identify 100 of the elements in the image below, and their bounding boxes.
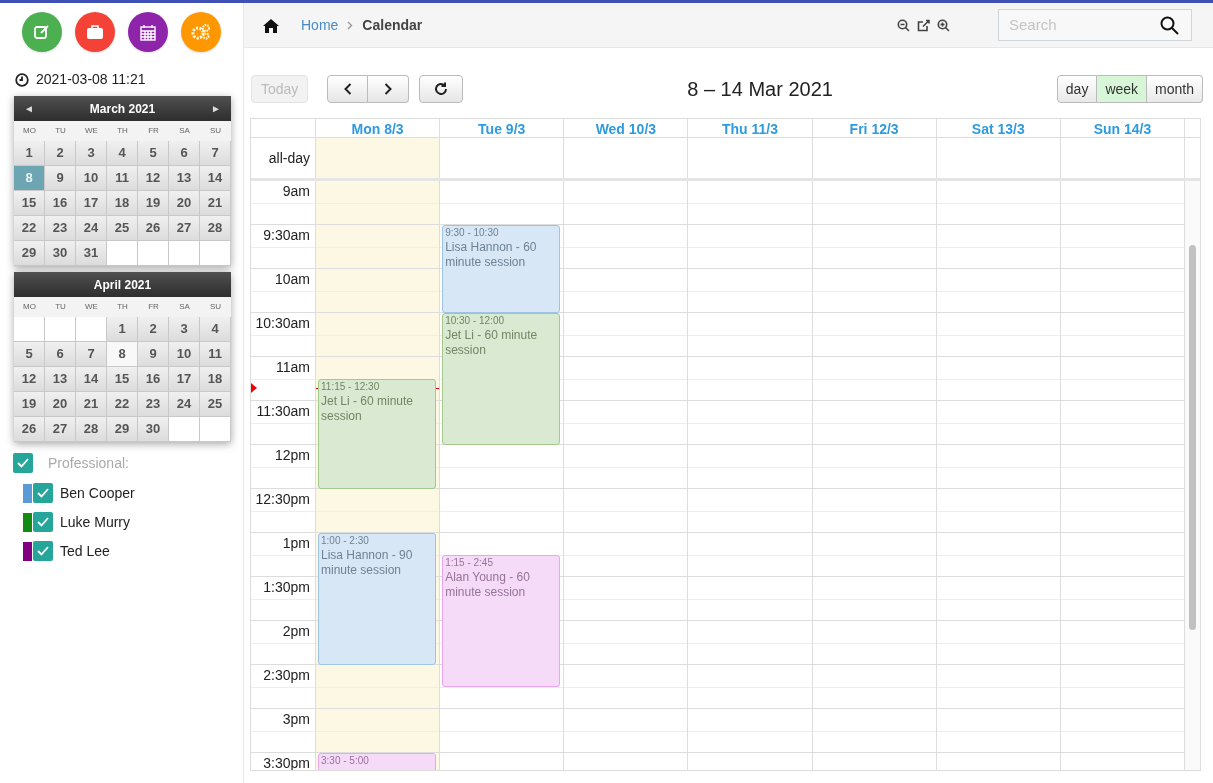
calendar-day[interactable]: 23 [45, 216, 76, 241]
calendar-day[interactable]: 20 [45, 392, 76, 417]
calendar-day[interactable]: 27 [169, 216, 200, 241]
settings-button[interactable] [181, 12, 221, 52]
search-icon[interactable] [1160, 15, 1179, 35]
calendar-day[interactable]: 1 [107, 317, 138, 342]
checkbox[interactable] [13, 453, 33, 473]
calendar-day[interactable]: 14 [200, 166, 231, 191]
calendar-day[interactable]: 1 [14, 141, 45, 166]
calendar-day[interactable]: 15 [14, 191, 45, 216]
weekday-label: FR [147, 301, 160, 313]
previous-month-button[interactable]: ◄ [24, 101, 34, 116]
calendar-day[interactable]: 26 [14, 417, 45, 442]
home-icon[interactable] [262, 17, 280, 33]
calendar-day[interactable]: 13 [169, 166, 200, 191]
calendar-day[interactable]: 6 [169, 141, 200, 166]
calendar-day[interactable]: 3 [76, 141, 107, 166]
calendar-day[interactable]: 19 [138, 191, 169, 216]
edit-button[interactable] [22, 12, 62, 52]
calendar-day[interactable]: 21 [76, 392, 107, 417]
zoom-in-icon[interactable] [937, 18, 950, 32]
calendar-day[interactable]: 12 [14, 367, 45, 392]
event-block[interactable]: 1:15 - 2:45 Alan Young - 60 minute session [442, 555, 561, 687]
calendar-day[interactable]: 10 [169, 342, 200, 367]
event-block[interactable]: 9:30 - 10:30 Lisa Hannon - 60 minute session [442, 225, 561, 313]
next-button[interactable] [368, 75, 410, 103]
calendar-day[interactable]: 8 [107, 342, 138, 367]
calendar-day[interactable]: 16 [45, 191, 76, 216]
previous-button[interactable] [327, 75, 369, 103]
calendar-day[interactable]: 17 [76, 191, 107, 216]
day-header[interactable]: Tue 9/3 [478, 119, 526, 140]
calendar-day[interactable]: 7 [200, 141, 231, 166]
calendar-day[interactable]: 9 [45, 166, 76, 191]
day-header[interactable]: Wed 10/3 [595, 119, 657, 140]
calendar-day[interactable]: 15 [107, 367, 138, 392]
calendar-day[interactable]: 28 [200, 216, 231, 241]
calendar-day[interactable]: 22 [107, 392, 138, 417]
calendar-day[interactable]: 29 [14, 241, 45, 266]
calendar-day[interactable]: 21 [200, 191, 231, 216]
day-header[interactable]: Mon 8/3 [351, 119, 404, 140]
refresh-button[interactable] [419, 75, 464, 103]
calendar-day[interactable]: 2 [45, 141, 76, 166]
day-header[interactable]: Sun 14/3 [1093, 119, 1152, 140]
calendar-day[interactable]: 31 [76, 241, 107, 266]
calendar-day[interactable]: 3 [169, 317, 200, 342]
day-header[interactable]: Sat 13/3 [971, 119, 1025, 140]
briefcase-button[interactable] [75, 12, 115, 52]
calendar-day[interactable]: 27 [45, 417, 76, 442]
calendar-day[interactable]: 28 [76, 417, 107, 442]
calendar-day[interactable]: 12 [138, 166, 169, 191]
date-range-title: 8 – 14 Mar 2021 [687, 77, 833, 102]
calendar-day[interactable]: 4 [200, 317, 231, 342]
calendar-day[interactable]: 25 [107, 216, 138, 241]
calendar-day[interactable]: 30 [45, 241, 76, 266]
day-header[interactable]: Thu 11/3 [721, 119, 778, 140]
calendar-day[interactable]: 17 [169, 367, 200, 392]
calendar-day[interactable]: 30 [138, 417, 169, 442]
event-block[interactable]: 10:30 - 12:00 Jet Li - 60 minute session [442, 313, 561, 445]
calendar-day[interactable]: 9 [138, 342, 169, 367]
event-block[interactable]: 1:00 - 2:30 Lisa Hannon - 90 minute session [318, 533, 437, 665]
calendar-day[interactable]: 16 [138, 367, 169, 392]
checkbox[interactable] [33, 512, 53, 532]
calendar-day[interactable]: 18 [200, 367, 231, 392]
event-block[interactable]: 3:30 - 5:00 [318, 753, 437, 770]
calendar-button[interactable] [128, 12, 168, 52]
calendar-day[interactable]: 4 [107, 141, 138, 166]
calendar-day[interactable]: 20 [169, 191, 200, 216]
calendar-day[interactable]: 24 [169, 392, 200, 417]
calendar-day[interactable]: 14 [76, 367, 107, 392]
view-tab[interactable]: day [1056, 75, 1098, 103]
calendar-day[interactable]: 22 [14, 216, 45, 241]
event-block[interactable]: 11:15 - 12:30 Jet Li - 60 minute session [318, 379, 437, 489]
calendar-day[interactable]: 11 [200, 342, 231, 367]
calendar-day[interactable]: 7 [76, 342, 107, 367]
calendar-day[interactable]: 5 [14, 342, 45, 367]
calendar-day[interactable]: 24 [76, 216, 107, 241]
checkbox[interactable] [33, 541, 53, 561]
calendar-day[interactable]: 18 [107, 191, 138, 216]
checkbox[interactable] [33, 483, 53, 503]
calendar-day[interactable]: 6 [45, 342, 76, 367]
calendar-day[interactable]: 25 [200, 392, 231, 417]
calendar-day[interactable]: 19 [14, 392, 45, 417]
calendar-day[interactable]: 10 [76, 166, 107, 191]
event-title: Alan Young - 60 minute session [445, 570, 531, 600]
scrollbar-thumb[interactable] [1189, 245, 1196, 630]
calendar-day[interactable]: 5 [138, 141, 169, 166]
scrollbar[interactable] [1185, 181, 1200, 770]
share-icon[interactable] [917, 18, 930, 32]
calendar-day[interactable]: 11 [107, 166, 138, 191]
view-tab[interactable]: month [1147, 75, 1203, 103]
calendar-day[interactable]: 23 [138, 392, 169, 417]
calendar-day[interactable]: 2 [138, 317, 169, 342]
calendar-day[interactable]: 13 [45, 367, 76, 392]
next-month-button[interactable]: ► [211, 101, 221, 116]
calendar-day[interactable]: 26 [138, 216, 169, 241]
view-tab[interactable]: week [1097, 75, 1148, 103]
breadcrumb-link[interactable]: Home [301, 14, 339, 36]
day-header[interactable]: Fri 12/3 [849, 119, 899, 140]
zoom-out-icon[interactable] [897, 18, 910, 32]
calendar-day[interactable]: 29 [107, 417, 138, 442]
